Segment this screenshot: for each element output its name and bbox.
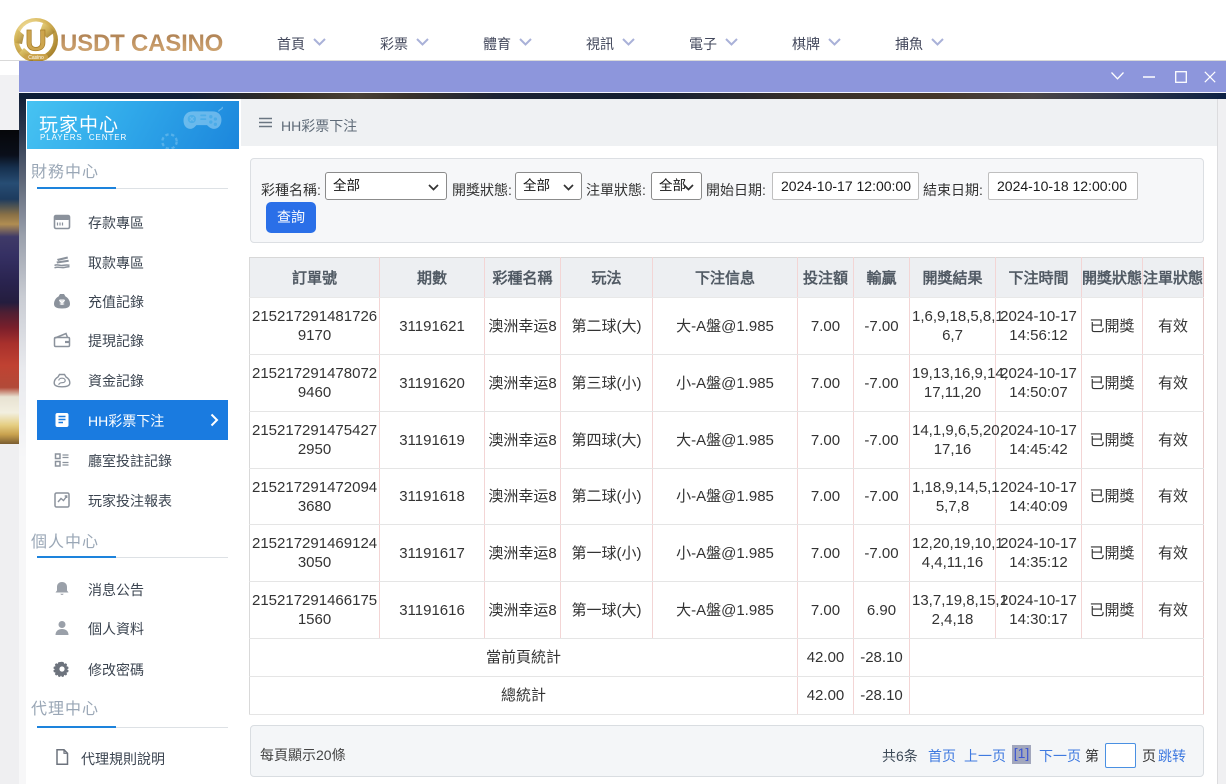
svg-text:U: U	[25, 25, 47, 58]
